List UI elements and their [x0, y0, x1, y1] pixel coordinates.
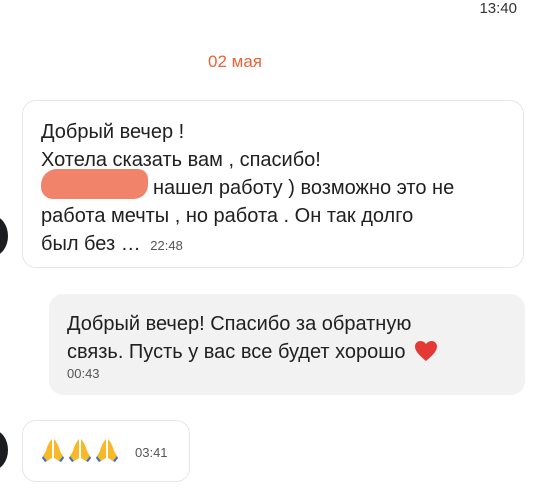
emoji-row [41, 437, 119, 463]
folded-hands-icon [95, 437, 119, 463]
message-line: связь. Пусть у вас все будет хорошо [67, 341, 406, 363]
avatar[interactable] [0, 430, 8, 470]
message-text: Добрый вечер! Спасибо за обратную связь.… [67, 310, 438, 370]
message-line: работа мечты , но работа . Он так долго [41, 205, 414, 227]
message-timestamp: 00:43 [67, 366, 100, 381]
incoming-message-bubble[interactable]: 03:41 [22, 420, 190, 482]
message-timestamp: 03:41 [135, 445, 168, 460]
avatar[interactable] [0, 216, 8, 256]
redaction-mark [41, 169, 148, 199]
outgoing-message-bubble[interactable]: Добрый вечер! Спасибо за обратную связь.… [49, 294, 525, 395]
message-line: Добрый вечер ! [41, 121, 185, 143]
date-divider: 02 мая [208, 52, 262, 71]
heart-icon [414, 340, 438, 370]
message-line: был без … [41, 233, 141, 255]
chat-screen: 13:40 02 мая Добрый вечер ! Хотела сказа… [0, 0, 545, 500]
folded-hands-icon [68, 437, 92, 463]
status-bar-time: 13:40 [479, 0, 517, 17]
message-line: Добрый вечер! Спасибо за обратную [67, 313, 412, 335]
message-timestamp: 22:48 [150, 238, 183, 253]
incoming-message-bubble[interactable]: Добрый вечер ! Хотела сказать вам , спас… [22, 100, 524, 268]
folded-hands-icon [41, 437, 65, 463]
